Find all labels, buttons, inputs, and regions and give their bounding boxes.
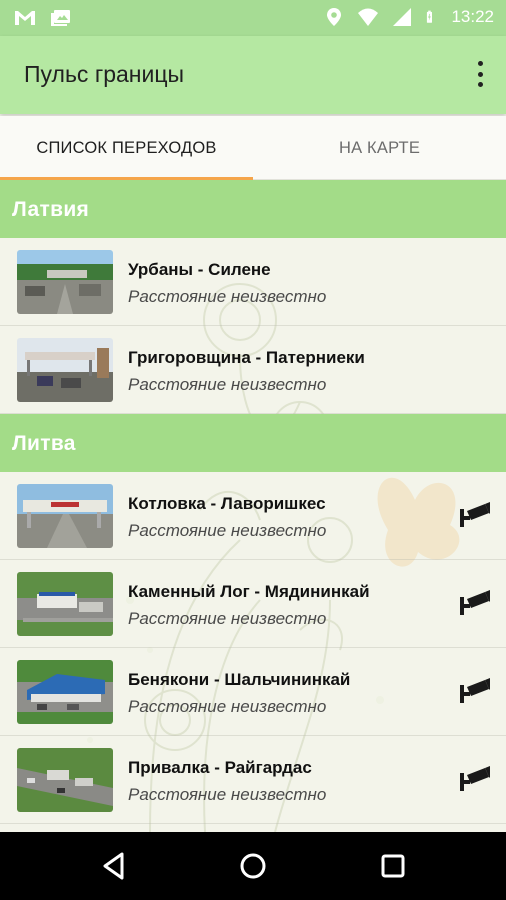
- crossings-list[interactable]: Латвия Урбаны - Силене Расстояние неизве…: [0, 180, 506, 832]
- section-title: Литва: [12, 432, 76, 455]
- section-header-lithuania: Литва: [0, 414, 506, 472]
- crossing-distance: Расстояние неизвестно: [128, 521, 327, 540]
- location-icon: [327, 8, 342, 26]
- crossing-distance: Расстояние неизвестно: [128, 375, 327, 394]
- crossing-title: Котловка - Лаворишкес: [128, 494, 326, 513]
- battery-icon: [427, 10, 433, 23]
- list-item[interactable]: Каменный Лог - Мядининкай Расстояние неи…: [0, 560, 506, 648]
- list-item[interactable]: Урбаны - Силене Расстояние неизвестно: [0, 238, 506, 326]
- home-icon[interactable]: [238, 851, 268, 881]
- crossing-photo: [17, 660, 113, 724]
- overflow-menu-icon[interactable]: [476, 61, 484, 87]
- tab-list-label: СПИСОК ПЕРЕХОДОВ: [36, 138, 217, 157]
- list-item[interactable]: [0, 824, 506, 832]
- tab-map-label: НА КАРТЕ: [338, 138, 421, 157]
- crossing-distance: Расстояние неизвестно: [128, 287, 327, 306]
- webcam-icon[interactable]: [459, 677, 491, 705]
- webcam-icon[interactable]: [459, 501, 491, 529]
- list-item[interactable]: Привалка - Райгардас Расстояние неизвест…: [0, 736, 506, 824]
- crossing-photo: [17, 484, 113, 548]
- crossing-title: Бенякони - Шальчининкай: [128, 670, 351, 689]
- section-header-latvia: Латвия: [0, 180, 506, 238]
- app-title: Пульс границы: [24, 61, 185, 87]
- webcam-icon[interactable]: [459, 589, 491, 617]
- photo-icon: [51, 10, 70, 26]
- crossing-distance: Расстояние неизвестно: [128, 697, 327, 716]
- signal-icon: [393, 8, 412, 26]
- tab-map[interactable]: НА КАРТЕ: [253, 116, 506, 180]
- crossing-photo: [17, 250, 113, 314]
- webcam-icon[interactable]: [459, 765, 491, 793]
- crossing-photo: [17, 572, 113, 636]
- navigation-bar: [0, 832, 506, 900]
- status-time: 13:22: [451, 7, 494, 26]
- app-bar: Пульс границы: [0, 36, 506, 114]
- back-icon[interactable]: [99, 851, 129, 881]
- crossing-title: Григоровщина - Патерниеки: [128, 348, 365, 367]
- wifi-icon: [358, 8, 379, 26]
- crossing-distance: Расстояние неизвестно: [128, 785, 327, 804]
- crossing-photo: [17, 338, 113, 402]
- tab-bar: СПИСОК ПЕРЕХОДОВ НА КАРТЕ: [0, 116, 506, 180]
- list-item[interactable]: Григоровщина - Патерниеки Расстояние неи…: [0, 326, 506, 414]
- tab-list[interactable]: СПИСОК ПЕРЕХОДОВ: [0, 116, 253, 180]
- list-item[interactable]: Бенякони - Шальчининкай Расстояние неизв…: [0, 648, 506, 736]
- crossing-title: Привалка - Райгардас: [128, 758, 312, 777]
- crossing-title: Урбаны - Силене: [128, 260, 271, 279]
- recents-icon[interactable]: [378, 851, 408, 881]
- status-bar: 13:22: [0, 0, 506, 36]
- list-item[interactable]: Котловка - Лаворишкес Расстояние неизвес…: [0, 472, 506, 560]
- crossing-distance: Расстояние неизвестно: [128, 609, 327, 628]
- gmail-icon: [15, 11, 35, 25]
- crossing-photo: [17, 748, 113, 812]
- section-title: Латвия: [12, 198, 90, 221]
- crossing-title: Каменный Лог - Мядининкай: [128, 582, 370, 601]
